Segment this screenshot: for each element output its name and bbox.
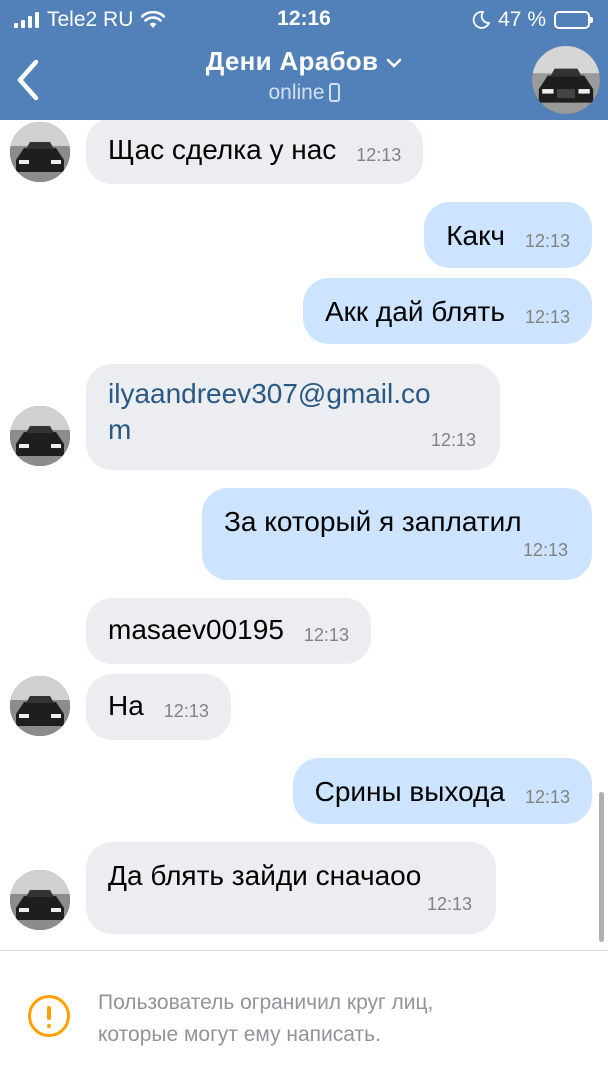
notice-line: Пользователь ограничил круг лиц,	[98, 991, 434, 1014]
message-time: 12:13	[524, 787, 570, 807]
battery-percent: 47 %	[498, 8, 546, 31]
online-status-text: online	[268, 81, 325, 104]
message-time: 12:13	[522, 540, 568, 560]
link-line: ilyaandreev307@gmail.co	[108, 378, 431, 409]
message-text: masaev00195	[108, 614, 284, 645]
online-status: online	[0, 81, 608, 105]
incoming-message[interactable]: Щас сделка у нас 12:13	[86, 120, 424, 184]
do-not-disturb-moon-icon	[472, 11, 491, 29]
car-avatar-icon	[10, 406, 70, 466]
car-avatar-icon	[10, 122, 70, 182]
sender-avatar[interactable]	[10, 406, 70, 466]
car-avatar-icon	[10, 870, 70, 930]
status-bar: Tele2 RU 12:16 47 %	[0, 0, 608, 40]
outgoing-message[interactable]: За который я заплатил 12:13	[202, 488, 592, 580]
mobile-phone-icon	[328, 83, 340, 102]
message-text: За который я заплатил	[224, 506, 522, 537]
contact-info[interactable]: Дени Арабов online	[0, 46, 608, 105]
message-time: 12:13	[303, 625, 349, 645]
contact-name: Дени Арабов	[205, 46, 379, 76]
message-text: На	[108, 690, 144, 721]
status-right: 47 %	[472, 8, 593, 32]
incoming-message[interactable]: На 12:13	[86, 674, 231, 740]
restriction-notice: Пользователь ограничил круг лиц, которые…	[0, 951, 608, 1080]
battery-icon	[554, 11, 593, 29]
chevron-down-icon	[387, 58, 402, 68]
scrollbar[interactable]	[599, 792, 604, 942]
sender-avatar[interactable]	[10, 870, 70, 930]
incoming-message[interactable]: masaev00195 12:13	[86, 598, 371, 664]
warning-icon	[28, 995, 70, 1037]
message-text: Щас сделка у нас	[108, 134, 337, 165]
contact-title[interactable]: Дени Арабов	[0, 46, 608, 77]
message-text: Какч	[446, 220, 505, 251]
outgoing-message[interactable]: Срины выхода 12:13	[292, 758, 592, 824]
email-link[interactable]: ilyaandreev307@gmail.co m	[108, 376, 478, 448]
car-avatar-icon	[10, 676, 70, 736]
notice-line: которые могут ему написать.	[98, 1023, 381, 1046]
message-time: 12:13	[426, 894, 472, 914]
message-time: 12:13	[430, 430, 476, 450]
message-list[interactable]: Щас сделка у нас 12:13 Какч 12:13 Акк дай …	[0, 120, 608, 950]
incoming-message[interactable]: Да блять зайди сначаоо 12:13	[86, 842, 496, 934]
incoming-message[interactable]: ilyaandreev307@gmail.co m 12:13	[86, 364, 500, 470]
sender-avatar[interactable]	[10, 122, 70, 182]
outgoing-message[interactable]: Какч 12:13	[424, 202, 592, 268]
message-time: 12:13	[163, 701, 209, 721]
message-time: 12:13	[524, 307, 570, 327]
message-text: Срины выхода	[314, 776, 505, 807]
message-time: 12:13	[524, 231, 570, 251]
chat-header: Tele2 RU 12:16 47 % Дени Арабов online	[0, 0, 608, 120]
car-avatar-icon	[532, 46, 600, 114]
message-text: Акк дай блять	[324, 296, 505, 327]
message-text: Да блять зайди сначаоо	[108, 860, 422, 891]
message-time: 12:13	[356, 145, 402, 165]
outgoing-message[interactable]: Акк дай блять 12:13	[302, 278, 592, 344]
sender-avatar[interactable]	[10, 676, 70, 736]
link-line: m	[108, 414, 132, 445]
notice-text: Пользователь ограничил круг лиц, которые…	[98, 987, 578, 1051]
contact-avatar[interactable]	[532, 46, 600, 114]
